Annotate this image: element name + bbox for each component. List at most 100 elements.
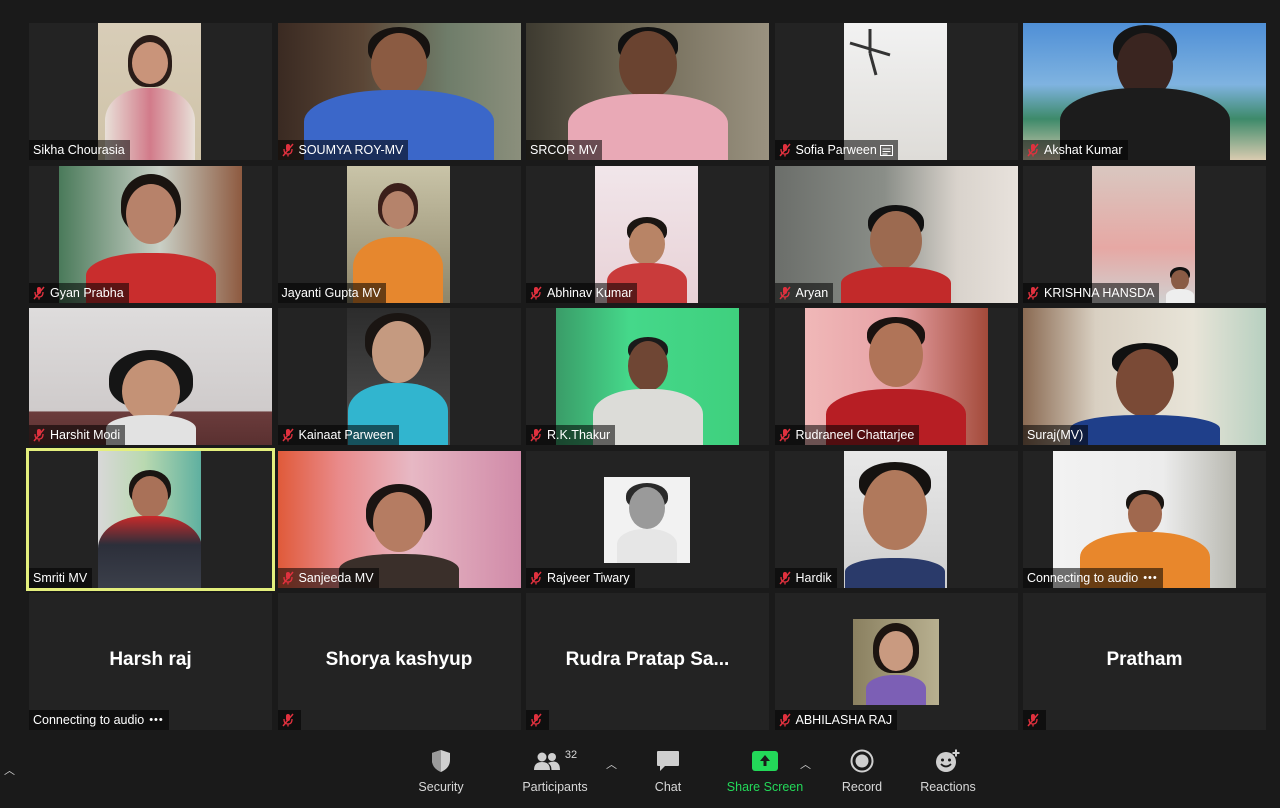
video-tile-abhilasha-raj[interactable]: ABHILASHA RAJ xyxy=(774,593,1018,730)
captions-icon xyxy=(879,144,893,156)
participant-display-name: Shorya kashyup xyxy=(325,649,473,670)
mic-muted-icon xyxy=(281,428,294,442)
mic-muted-icon xyxy=(530,713,542,727)
video-tile-abhinav-kumar[interactable]: Abhinav Kumar xyxy=(526,165,769,303)
mic-muted-icon xyxy=(33,428,45,442)
video-tile-srcor[interactable]: SRCOR MV xyxy=(526,23,769,160)
mic-muted-icon xyxy=(530,428,542,442)
mic-muted-icon xyxy=(778,286,791,299)
video-tile-pratham[interactable]: Pratham xyxy=(1023,593,1266,730)
reactions-button[interactable]: Reactions xyxy=(917,746,979,804)
mic-muted-icon xyxy=(778,428,791,442)
participant-name-label: Kainaat Parween xyxy=(277,425,399,445)
mic-muted-icon xyxy=(1027,286,1039,299)
participants-icon xyxy=(533,752,560,770)
share-screen-icon xyxy=(752,746,778,776)
video-tile-shorya-kashyup[interactable]: Shorya kashyup xyxy=(277,593,521,730)
mic-muted-icon xyxy=(33,286,45,299)
participant-video xyxy=(604,476,690,563)
video-tile-sanjeeda[interactable]: Sanjeeda MV xyxy=(277,450,521,588)
participant-name-label: ABHILASHA RAJ xyxy=(774,710,898,730)
mic-muted-icon xyxy=(281,143,294,157)
shield-icon xyxy=(430,746,452,776)
video-tile-rudra-pratap[interactable]: Rudra Pratap Sa... xyxy=(526,593,769,730)
participants-button[interactable]: 32 Participants xyxy=(517,746,593,804)
participant-name-label: Rudraneel Chattarjee xyxy=(774,425,920,445)
chat-button[interactable]: Chat xyxy=(648,746,688,804)
chevron-up-icon[interactable]: ︿ xyxy=(4,762,15,778)
video-tile-jayanti-gupta[interactable]: Jayanti Gupta MV xyxy=(277,165,521,303)
connecting-dots-icon: ••• xyxy=(149,714,164,726)
participant-name-label xyxy=(277,710,301,730)
mic-muted-icon xyxy=(1027,143,1039,157)
participant-name-label: SOUMYA ROY-MV xyxy=(277,140,409,160)
meeting-window: Sikha Chourasia SOUMYA ROY-MV SRCOR MV S… xyxy=(0,0,1280,808)
participant-name-label: SRCOR MV xyxy=(526,140,603,160)
participant-name-label: Abhinav Kumar xyxy=(526,282,638,303)
video-tile-rk-thakur[interactable]: R.K.Thakur xyxy=(526,308,769,445)
video-tile-akshat-kumar[interactable]: Akshat Kumar xyxy=(1023,23,1266,160)
participant-name-label: Suraj(MV) xyxy=(1023,425,1089,445)
video-tile-kainaat-parween[interactable]: Kainaat Parween xyxy=(277,308,521,445)
mic-muted-icon xyxy=(1027,713,1039,727)
participant-name-label: Connecting to audio ••• xyxy=(29,710,169,730)
participant-name-label: Aryan xyxy=(774,282,834,303)
meeting-toolbar: ︿ Security 32 Participants ︿ Chat Share … xyxy=(0,736,1280,808)
participant-display-name: Pratham xyxy=(1106,649,1183,670)
participant-video xyxy=(98,450,201,588)
participant-display-name: Rudra Pratap Sa... xyxy=(565,649,730,670)
participant-name-label: Jayanti Gupta MV xyxy=(277,282,386,303)
share-options-chevron-icon[interactable]: ︿ xyxy=(800,756,811,772)
share-screen-button[interactable]: Share Screen xyxy=(723,746,807,804)
participant-name-label: Sanjeeda MV xyxy=(277,567,379,588)
participant-count-badge: 32 xyxy=(564,749,578,761)
ceiling-fan-icon xyxy=(849,29,890,76)
mic-muted-icon xyxy=(530,286,542,299)
participant-name-label: Connecting to audio ••• xyxy=(1023,567,1163,588)
video-tile-krishna-hansda[interactable]: KRISHNA HANSDA xyxy=(1023,165,1266,303)
video-tile-sofia-parween[interactable]: Sofia Parween xyxy=(774,23,1018,160)
video-tile-smriti-active-speaker[interactable]: Smriti MV xyxy=(26,447,275,591)
video-tile-gyan-prabha[interactable]: Gyan Prabha xyxy=(29,165,272,303)
participants-icon-group: 32 xyxy=(533,746,577,776)
participant-name-label: Sofia Parween xyxy=(774,140,898,160)
video-tile-harshit-modi[interactable]: Harshit Modi xyxy=(29,308,272,445)
participant-name-label xyxy=(526,710,549,730)
mic-muted-icon xyxy=(281,571,294,584)
mic-muted-icon xyxy=(281,713,294,727)
connecting-dots-icon: ••• xyxy=(1143,571,1158,584)
gallery-view: Sikha Chourasia SOUMYA ROY-MV SRCOR MV S… xyxy=(26,23,1266,730)
participant-name-label: Sikha Chourasia xyxy=(29,140,130,160)
participant-display-name: Harsh raj xyxy=(109,649,192,670)
mic-muted-icon xyxy=(778,143,791,157)
mic-muted-icon xyxy=(778,571,791,584)
mic-muted-icon xyxy=(778,713,791,727)
participant-name-label: Harshit Modi xyxy=(29,425,126,445)
participant-name-label: Smriti MV xyxy=(29,567,93,588)
video-tile-aryan[interactable]: Aryan xyxy=(774,165,1018,303)
participant-name-label: Akshat Kumar xyxy=(1023,140,1128,160)
profile-picture xyxy=(852,619,939,705)
participant-name-label: KRISHNA HANSDA xyxy=(1023,282,1160,303)
video-tile-harsh-raj[interactable]: Harsh raj Connecting to audio ••• xyxy=(29,593,272,730)
video-tile-suraj[interactable]: Suraj(MV) xyxy=(1023,308,1266,445)
record-icon xyxy=(850,746,874,776)
mic-muted-icon xyxy=(530,571,542,584)
video-tile-rudraneel-chattarjee[interactable]: Rudraneel Chattarjee xyxy=(774,308,1018,445)
participant-video xyxy=(843,450,947,588)
participant-name-label: Hardik xyxy=(774,567,837,588)
record-button[interactable]: Record xyxy=(838,746,886,804)
video-tile-hardik[interactable]: Hardik xyxy=(774,450,1018,588)
video-tile-rajveer-tiwary[interactable]: Rajveer Tiwary xyxy=(526,450,769,588)
participant-name-label: R.K.Thakur xyxy=(526,425,616,445)
smiley-add-icon xyxy=(935,746,961,776)
participant-name-label: Gyan Prabha xyxy=(29,282,129,303)
video-tile-sikha-chourasia[interactable]: Sikha Chourasia xyxy=(29,23,272,160)
video-tile-soumya-roy[interactable]: SOUMYA ROY-MV xyxy=(277,23,521,160)
security-button[interactable]: Security xyxy=(414,746,468,804)
participants-options-chevron-icon[interactable]: ︿ xyxy=(606,756,617,772)
participant-name-label: Rajveer Tiwary xyxy=(526,567,635,588)
video-tile-connecting-audio[interactable]: Connecting to audio ••• xyxy=(1023,450,1266,588)
chat-icon xyxy=(656,746,680,776)
participant-name-label xyxy=(1023,710,1046,730)
